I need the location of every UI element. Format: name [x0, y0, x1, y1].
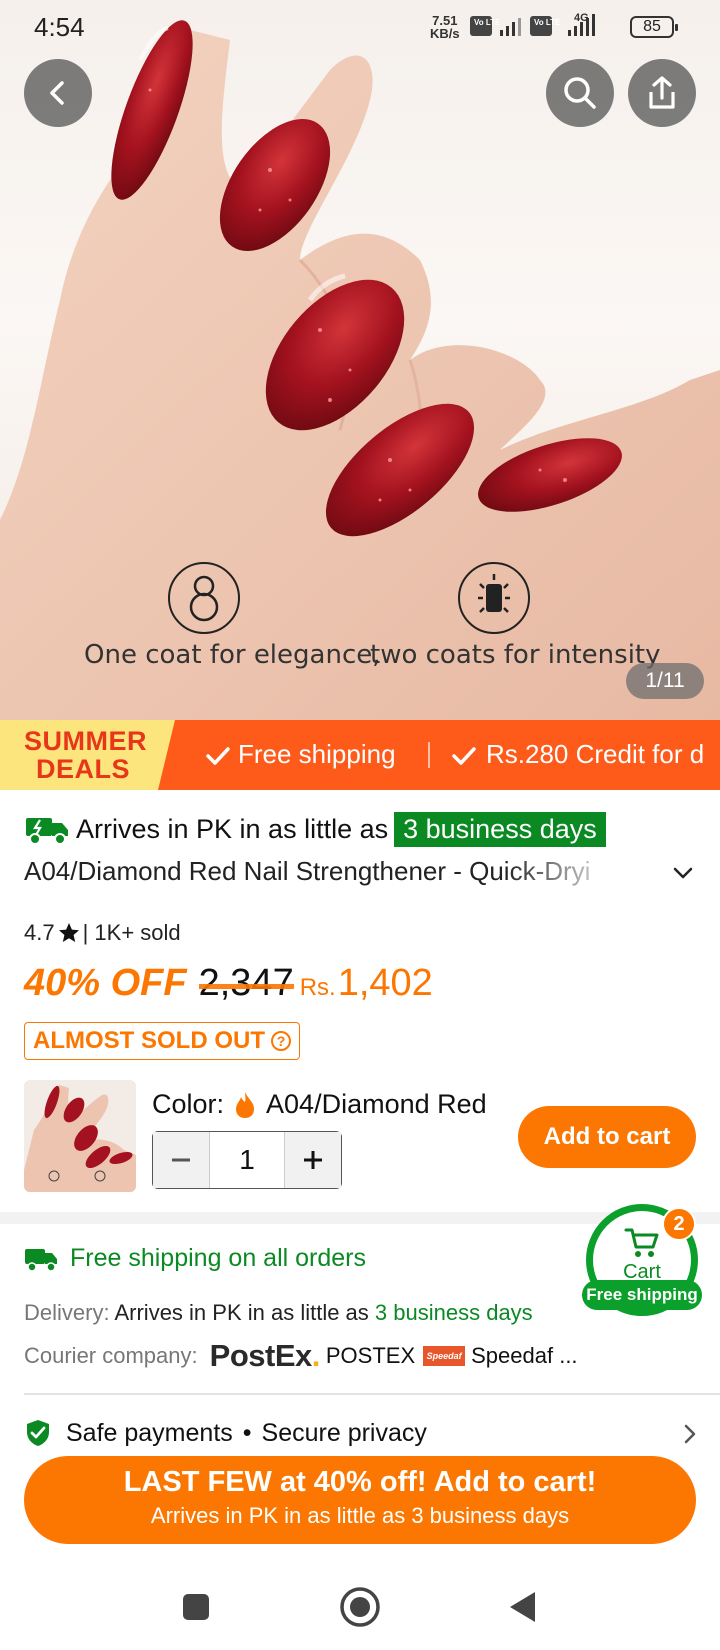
network-speed: 7.51 KB/s: [430, 13, 460, 41]
truck-icon: [25, 1248, 57, 1272]
promo-banner[interactable]: SUMMER DEALS Free shipping Rs.280 Credit…: [0, 720, 720, 790]
search-icon: [564, 77, 596, 109]
caption-right: two coats for intensity: [370, 640, 661, 670]
courier-row[interactable]: Courier company: PostEx. POSTEX Speedaf …: [24, 1338, 578, 1374]
caption-left: One coat for elegance,: [84, 640, 381, 670]
system-back-button[interactable]: [500, 1584, 546, 1630]
home-circle-icon: [340, 1587, 380, 1627]
currency: Rs.: [299, 974, 336, 1001]
promo-credit: Rs.280 Credit for d: [486, 739, 705, 769]
courier2-name: Speedaf ...: [471, 1343, 578, 1368]
clock: 4:54: [34, 12, 85, 42]
rating-row[interactable]: 4.7 | 1K+ sold: [24, 920, 181, 946]
product-photo: [0, 20, 720, 720]
plus-icon: [304, 1151, 322, 1169]
promo-divider: [428, 742, 430, 768]
back-button[interactable]: [24, 59, 92, 127]
share-icon: [649, 76, 675, 109]
speedaf-logo: Speedaf: [423, 1346, 466, 1366]
volte-icon-2: Vo LTE: [534, 18, 561, 27]
cart-count-badge: 2: [662, 1207, 696, 1241]
square-icon: [183, 1594, 209, 1620]
color-value: A04/Diamond Red: [266, 1089, 487, 1119]
sold-count: | 1K+ sold: [82, 920, 181, 945]
one-coat-icon: [168, 562, 240, 634]
home-button[interactable]: [337, 1584, 383, 1630]
almost-sold-out-badge[interactable]: ALMOST SOLD OUT ?: [24, 1022, 300, 1060]
product-title[interactable]: A04/Diamond Red Nail Strengthener - Quic…: [24, 856, 624, 887]
recents-button[interactable]: [173, 1584, 219, 1630]
secure-privacy-text: Secure privacy: [261, 1418, 427, 1447]
bottom-add-to-cart-button[interactable]: LAST FEW at 40% off! Add to cart! Arrive…: [24, 1456, 696, 1544]
quantity-stepper[interactable]: 1: [152, 1131, 342, 1189]
cart-icon: [624, 1228, 659, 1257]
check-icon: [206, 747, 230, 765]
triangle-back-icon: [510, 1592, 535, 1622]
add-to-cart-button[interactable]: Add to cart: [518, 1106, 696, 1168]
two-coats-icon: [458, 562, 530, 634]
chevron-right-icon[interactable]: [680, 1422, 700, 1446]
bullet-separator: •: [242, 1418, 252, 1447]
system-navigation-bar: [0, 1562, 720, 1650]
battery-icon: 85: [630, 16, 678, 38]
arrival-days-badge: 3 business days: [394, 811, 606, 847]
safe-payments-row[interactable]: Safe payments • Secure privacy: [24, 1418, 427, 1448]
status-bar: 4:54 7.51 KB/s Vo LTE Vo LTE 4G 85: [0, 0, 720, 54]
summer-deals-badge: SUMMER DEALS: [0, 720, 175, 790]
cta-headline: LAST FEW at 40% off! Add to cart!: [123, 1466, 597, 1498]
arrival-banner: Arrives in PK in as little as 3 business…: [24, 808, 606, 850]
cart-free-shipping-pill: Free shipping: [582, 1280, 702, 1310]
sale-price: 1,402: [337, 962, 433, 1004]
cta-subtext: Arrives in PK in as little as 3 business…: [150, 1503, 570, 1528]
divider-line: [24, 1393, 720, 1395]
safe-payments-text: Safe payments: [66, 1418, 233, 1447]
postex-logo: PostEx.: [209, 1338, 321, 1373]
promo-free-shipping: Free shipping: [238, 739, 396, 769]
chevron-left-icon: [50, 81, 64, 105]
price-row: 40% OFF 2,347 Rs. 1,402: [24, 962, 433, 1005]
fire-icon: [236, 1091, 255, 1118]
variant-thumbnail[interactable]: [24, 1080, 136, 1192]
courier-label: Courier company:: [24, 1343, 198, 1368]
star-icon: [58, 923, 79, 942]
discount-label: 40% OFF: [24, 962, 187, 1004]
color-selector[interactable]: Color: A04/Diamond Red: [152, 1089, 487, 1120]
free-shipping-row[interactable]: Free shipping on all orders: [24, 1244, 366, 1273]
decrement-button[interactable]: [153, 1132, 209, 1188]
shield-check-icon: [27, 1420, 49, 1446]
increment-button[interactable]: [285, 1132, 341, 1188]
delivery-row: Delivery: Arrives in PK in as little as …: [24, 1300, 533, 1325]
volte-icon: Vo LTE: [474, 18, 501, 27]
color-label: Color:: [152, 1089, 225, 1119]
arrival-text: Arrives in PK in as little as: [76, 813, 389, 844]
quantity-value[interactable]: 1: [209, 1132, 285, 1188]
check-icon-2: [452, 747, 476, 765]
image-counter: 1/11: [626, 663, 704, 699]
courier1-name: POSTEX: [325, 1343, 416, 1368]
rating-value: 4.7: [24, 920, 55, 945]
network-type: 4G: [574, 12, 589, 24]
original-price: 2,347: [198, 962, 294, 1004]
share-button[interactable]: [628, 59, 696, 127]
minus-icon: [172, 1158, 190, 1162]
help-icon: ?: [270, 1031, 291, 1051]
product-image-gallery[interactable]: 4:54 7.51 KB/s Vo LTE Vo LTE 4G 85 One c…: [0, 0, 720, 720]
search-button[interactable]: [546, 59, 614, 127]
chevron-down-icon[interactable]: [670, 860, 696, 886]
fast-truck-icon: [26, 818, 68, 845]
free-shipping-text: Free shipping on all orders: [70, 1244, 366, 1272]
